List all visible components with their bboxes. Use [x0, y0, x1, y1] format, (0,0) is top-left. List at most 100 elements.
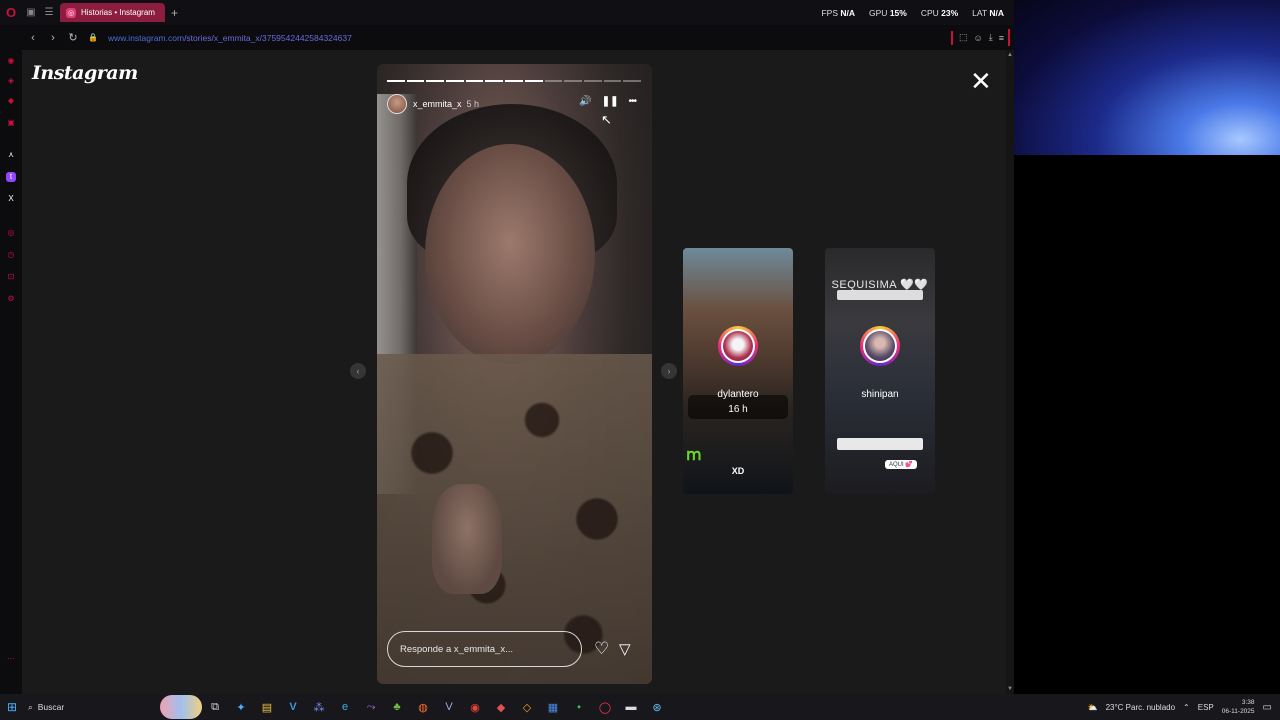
tab-title: Historias • Instagram [81, 8, 155, 17]
reload-icon[interactable]: ↻ [66, 31, 80, 44]
preview-username: shinipan [861, 389, 899, 400]
send-icon[interactable]: ▽ [619, 640, 631, 658]
opera-gx-icon[interactable]: ◯ [592, 694, 618, 720]
previous-story-icon[interactable]: ‹ [350, 363, 366, 379]
sidebar-gx-icon[interactable]: ◈ [6, 76, 16, 86]
app-icon[interactable]: ⬩ [566, 694, 592, 720]
app-icon[interactable]: ◇ [514, 694, 540, 720]
firefox-icon[interactable]: ◍ [410, 694, 436, 720]
progress-segment [406, 80, 425, 82]
clock-time: 3:38 [1241, 699, 1255, 706]
system-tray: ⛅ 23°C Parc. nublado ⌃ ESP 3:38 06-11-20… [1088, 694, 1280, 720]
weather-text[interactable]: 23°C Parc. nublado [1106, 703, 1175, 712]
story-progress-bar [387, 80, 641, 82]
story-frame[interactable]: x_emmita_x 5 h 🔊 ❚❚ ••• ↖ Responde a x_e… [377, 64, 652, 684]
forward-icon[interactable]: › [46, 32, 60, 44]
steam-icon[interactable]: ⊛ [644, 694, 670, 720]
taskbar-search[interactable]: ⌕ Buscar [28, 702, 138, 713]
preview-cta: AQUI 💕 [885, 460, 917, 469]
progress-segment [387, 80, 405, 82]
story-preview-card[interactable]: SEQUISIMA 🤍🤍 shinipan AQUI 💕 [825, 248, 935, 494]
app-icon[interactable]: ♣ [384, 694, 410, 720]
sidebar-x-icon[interactable]: X [6, 194, 16, 204]
like-heart-icon[interactable]: ♡ [594, 639, 609, 659]
story-username[interactable]: x_emmita_x [413, 99, 462, 109]
more-options-icon[interactable]: ••• [628, 96, 636, 107]
sidebar-twitch-icon[interactable]: t [6, 172, 16, 182]
chrome-icon[interactable]: ◉ [462, 694, 488, 720]
sidebar-more-icon[interactable]: ⋯ [6, 654, 16, 664]
next-story-icon[interactable]: › [661, 363, 677, 379]
progress-segment [564, 80, 582, 82]
search-label: Buscar [37, 702, 65, 712]
copilot-people-icon[interactable] [160, 695, 202, 719]
tab-instagram[interactable]: ◎ Historias • Instagram [60, 3, 165, 22]
tray-chevron-icon[interactable]: ⌃ [1183, 703, 1190, 712]
browser-window: O ▣ ☰ ◎ Historias • Instagram + FPS N/A … [0, 0, 1014, 694]
app-icon[interactable]: ▬ [618, 694, 644, 720]
sidebar-pinboard-icon[interactable]: ⊡ [6, 272, 16, 282]
preview-avatar-ring [860, 326, 900, 366]
browser-sidebar: ◉ ◈ ◆ ▣ ⋏ t X ◎ ◷ ⊡ ⚙ ⋯ [0, 50, 22, 694]
story-preview-card[interactable]: dylantero 16 h ⅿ XD [683, 248, 793, 494]
easy-setup-icon[interactable]: ≡ [999, 33, 1004, 43]
scroll-down-icon[interactable]: ▼ [1007, 686, 1013, 692]
copilot-icon[interactable]: ✦ [228, 694, 254, 720]
sidebar-aria-icon[interactable]: ◉ [6, 56, 16, 66]
clock-date: 06-11-2025 [1221, 708, 1255, 715]
page-scrollbar[interactable]: ▲ ▼ [1006, 50, 1014, 694]
progress-segment [583, 80, 602, 82]
preview-caption: XD [731, 466, 745, 476]
back-icon[interactable]: ‹ [26, 32, 40, 44]
address-bar: ‹ › ↻ 🔒 www.instagram.com/stories/x_emmi… [0, 25, 1014, 50]
progress-segment [544, 80, 563, 82]
vim-icon[interactable]: V [436, 694, 462, 720]
app-icon[interactable]: ⁂ [306, 694, 332, 720]
file-explorer-icon[interactable]: ▤ [254, 694, 280, 720]
stat-fps: FPS N/A [821, 7, 856, 18]
clock[interactable]: 3:38 06-11-2025 [1222, 698, 1255, 716]
new-tab-button[interactable]: + [171, 6, 178, 20]
scroll-up-icon[interactable]: ▲ [1007, 52, 1013, 58]
sidebar-settings-icon[interactable]: ⚙ [6, 294, 16, 304]
story-time: 5 h [466, 99, 480, 109]
extensions-icon[interactable]: ⬚ [959, 32, 968, 43]
edge-icon[interactable]: e [332, 694, 358, 720]
download-icon[interactable]: ⤓ [989, 32, 993, 43]
search-icon: ⌕ [28, 701, 33, 712]
close-icon[interactable]: ✕ [970, 68, 992, 94]
preview-time: 16 h [728, 404, 748, 415]
preview-username: dylantero [717, 389, 759, 400]
opera-logo-icon[interactable]: O [0, 0, 22, 25]
divider [951, 30, 954, 45]
profile-icon[interactable]: ☺ [974, 33, 983, 43]
instagram-logo[interactable]: Instagram [32, 62, 138, 84]
windows-start-icon[interactable]: ⊞ [0, 700, 24, 714]
reply-input[interactable]: Responde a x_emmita_x... [387, 631, 582, 667]
sidebar-shop-icon[interactable]: ◆ [6, 96, 16, 106]
sidebar-instagram-icon[interactable]: ◎ [6, 228, 16, 238]
task-view-icon[interactable]: ⧉ [202, 694, 228, 720]
app-icon[interactable]: ◆ [488, 694, 514, 720]
pause-icon[interactable]: ❚❚ [602, 96, 619, 107]
sidebar-player-icon[interactable]: ▣ [6, 118, 16, 128]
app-icon[interactable]: ⤳ [358, 694, 384, 720]
visual-studio-icon[interactable]: V [280, 694, 306, 720]
stat-cpu: CPU 23% [920, 7, 959, 18]
avatar[interactable] [387, 94, 407, 114]
preview-avatar-ring [718, 326, 758, 366]
url-field[interactable]: www.instagram.com/stories/x_emmita_x/375… [108, 33, 352, 43]
address-actions: ⬚ ☺ ⤓ ≡ [947, 29, 1010, 46]
preview-panel [837, 290, 923, 300]
tab-menu-icon[interactable]: ☰ [40, 0, 58, 25]
volume-icon[interactable]: 🔊 [579, 96, 591, 107]
language-indicator[interactable]: ESP [1198, 703, 1214, 712]
notification-icon[interactable]: ▭ [1263, 702, 1272, 713]
workspaces-icon[interactable]: ▣ [22, 0, 40, 25]
app-icon[interactable]: ▦ [540, 694, 566, 720]
progress-segment [505, 80, 523, 82]
reply-placeholder: Responde a x_emmita_x... [400, 643, 514, 655]
sidebar-history-icon[interactable]: ◷ [6, 250, 16, 260]
progress-segment [485, 80, 504, 82]
sidebar-app-icon[interactable]: ⋏ [6, 150, 16, 160]
